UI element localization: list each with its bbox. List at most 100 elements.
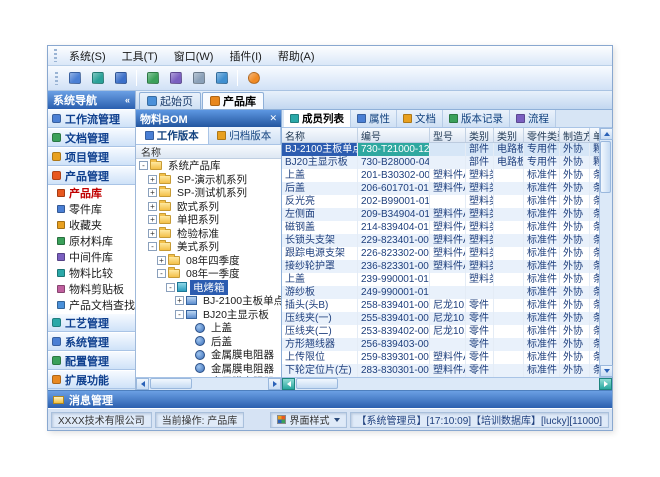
scroll-right-icon[interactable] (268, 378, 281, 390)
sidebar-group-2[interactable]: 项目管理 (48, 147, 135, 166)
tree-node-7[interactable]: +08年四季度 (136, 254, 281, 268)
table-row[interactable]: 上盖201-B30302-00E塑料件ABS塑料类标准件外协条 (282, 169, 599, 182)
tree-node-6[interactable]: -美式系列 (136, 240, 281, 254)
sidebar-item-6[interactable]: 物料剪贴板 (48, 281, 135, 297)
table-row[interactable]: 磁钢盖214-839404-01E塑料件ABS塑料类标准件外协条 (282, 221, 599, 234)
bom-close-icon[interactable]: ✕ (269, 113, 277, 124)
refresh-button[interactable] (142, 68, 163, 88)
sidebar-item-3[interactable]: 原材料库 (48, 233, 135, 249)
members-tab-1[interactable]: 属性 (351, 110, 397, 127)
table-row[interactable]: 长锁头支架229-823401-00E塑料件ABS塑料类标准件外协条 (282, 234, 599, 247)
sidebar-group-0[interactable]: 工作流管理 (48, 109, 135, 128)
bom-tab-1[interactable]: 归档版本 (209, 127, 282, 144)
message-manager-bar[interactable]: 消息管理 (48, 390, 612, 408)
sidebar-group-bottom-0[interactable]: 工艺管理 (48, 313, 135, 332)
table-row[interactable]: 后盖206-601701-01E塑料件ABS塑料类标准件外协条 (282, 182, 599, 195)
expand-icon[interactable]: + (148, 202, 157, 211)
sidebar-group-bottom-2[interactable]: 配置管理 (48, 351, 135, 370)
tree-column-header[interactable]: 名称 (136, 145, 281, 159)
exit-button[interactable] (243, 68, 264, 88)
tab-0[interactable]: 起始页 (139, 92, 201, 109)
bom-tab-0[interactable]: 工作版本 (136, 127, 209, 144)
tree-node-3[interactable]: +欧式系列 (136, 200, 281, 214)
members-tab-4[interactable]: 流程 (510, 110, 556, 127)
tree-node-13[interactable]: 后盖 (136, 335, 281, 349)
scroll-right-icon[interactable] (599, 378, 612, 390)
expand-icon[interactable]: + (148, 175, 157, 184)
sidebar-group-bottom-1[interactable]: 系统管理 (48, 332, 135, 351)
tree-node-10[interactable]: +BJ-2100主板单点 (136, 294, 281, 308)
tree-node-15[interactable]: 金属膜电阻器 (136, 362, 281, 376)
table-row[interactable]: 上盖239-990001-01E塑料类标准件外协条 (282, 273, 599, 286)
table-horizontal-scrollbar[interactable] (282, 377, 612, 390)
menu-item-2[interactable]: 窗口(W) (166, 46, 222, 66)
collapse-icon[interactable]: - (148, 242, 157, 251)
collapse-icon[interactable]: - (175, 310, 184, 319)
scroll-up-icon[interactable] (600, 128, 613, 140)
table-row[interactable]: 压线夹(二)253-839402-00E尼龙1010零件标准件外协条 (282, 325, 599, 338)
sidebar-item-5[interactable]: 物料比较 (48, 265, 135, 281)
open-button[interactable] (87, 68, 108, 88)
tree-node-0[interactable]: -系统产品库 (136, 159, 281, 173)
tree-node-11[interactable]: -BJ20主显示板 (136, 308, 281, 322)
table-row[interactable]: 下轮定位片(左)283-830301-00E塑料件ABS零件标准件外协条 (282, 364, 599, 377)
column-header-7[interactable]: 单位 (590, 128, 599, 142)
table-row[interactable]: BJ20主显示板730-B28000-04E部件电路板专用件外协颗 (282, 156, 599, 169)
menu-item-3[interactable]: 插件(I) (221, 46, 269, 66)
table-row[interactable]: 游纱板249-990001-01E标准件外协条 (282, 286, 599, 299)
tab-1[interactable]: 产品库 (202, 92, 264, 109)
column-header-6[interactable]: 制造方式 (560, 128, 590, 142)
table-row[interactable]: 左侧面209-B34904-01E塑料件ABS塑料类标准件外协条 (282, 208, 599, 221)
tree-hscroll-thumb[interactable] (150, 378, 192, 389)
column-header-3[interactable]: 类别 (466, 128, 494, 142)
members-tab-2[interactable]: 文档 (397, 110, 443, 127)
scroll-left-icon[interactable] (136, 378, 149, 390)
print-button[interactable] (188, 68, 209, 88)
table-row[interactable]: 接纱轮护罩236-823301-00E塑料件ABS塑料类标准件外协条 (282, 260, 599, 273)
sidebar-collapse-icon[interactable]: « (125, 95, 130, 105)
table-row[interactable]: 插头(头B)258-839401-00E尼龙1010零件标准件外协条 (282, 299, 599, 312)
sidebar-item-4[interactable]: 中间件库 (48, 249, 135, 265)
menu-item-4[interactable]: 帮助(A) (270, 46, 323, 66)
members-tab-3[interactable]: 版本记录 (443, 110, 510, 127)
sidebar-item-2[interactable]: 收藏夹 (48, 217, 135, 233)
save-button[interactable] (110, 68, 131, 88)
sidebar-item-0[interactable]: 产品库 (48, 185, 135, 201)
table-row[interactable]: 反光亮202-B99001-01E塑料类标准件外协条 (282, 195, 599, 208)
table-row[interactable]: 上传限位259-839301-00E塑料件ABS零件标准件外协条 (282, 351, 599, 364)
collapse-icon[interactable]: - (166, 283, 175, 292)
sidebar-item-1[interactable]: 零件库 (48, 201, 135, 217)
expand-icon[interactable]: + (157, 256, 166, 265)
sidebar-group-bottom-3[interactable]: 扩展功能 (48, 370, 135, 389)
table-vscroll-track[interactable] (600, 140, 612, 365)
tree-node-14[interactable]: 金属膜电阻器 (136, 348, 281, 362)
search-button[interactable] (165, 68, 186, 88)
tree-node-12[interactable]: 上盖 (136, 321, 281, 335)
tree-node-4[interactable]: +单把系列 (136, 213, 281, 227)
tree-node-5[interactable]: +检验标准 (136, 227, 281, 241)
sidebar-group-1[interactable]: 文档管理 (48, 128, 135, 147)
expand-icon[interactable]: + (148, 229, 157, 238)
expand-icon[interactable]: + (148, 188, 157, 197)
scroll-left-icon[interactable] (282, 378, 295, 390)
tree-hscroll-track[interactable] (149, 378, 268, 390)
ui-style-selector[interactable]: 界面样式 (270, 412, 347, 428)
scroll-down-icon[interactable] (600, 365, 613, 377)
column-header-0[interactable]: 名称 (282, 128, 358, 142)
table-row[interactable]: 跟踪电源支架226-823302-00E塑料件ABS塑料类标准件外协条 (282, 247, 599, 260)
column-header-1[interactable]: 编号 (358, 128, 430, 142)
table-vscroll-thumb[interactable] (600, 141, 611, 193)
tree-node-8[interactable]: -08年一季度 (136, 267, 281, 281)
column-header-2[interactable]: 型号 (430, 128, 466, 142)
table-hscroll-thumb[interactable] (296, 378, 338, 389)
table-row[interactable]: BJ-2100主板单点730-T21000-12E部件电路板专用件外协颗 (282, 143, 599, 156)
tree-horizontal-scrollbar[interactable] (136, 377, 281, 390)
table-row[interactable]: 压线夹(一)255-839401-00E尼龙1010零件标准件外协条 (282, 312, 599, 325)
collapse-icon[interactable]: - (139, 161, 148, 170)
expand-icon[interactable]: + (175, 296, 184, 305)
members-tab-0[interactable]: 成员列表 (284, 110, 351, 127)
tree-node-1[interactable]: +SP-演示机系列 (136, 173, 281, 187)
tree-node-9[interactable]: -电烤箱 (136, 281, 281, 295)
collapse-icon[interactable]: - (157, 269, 166, 278)
tree-node-2[interactable]: +SP-测试机系列 (136, 186, 281, 200)
